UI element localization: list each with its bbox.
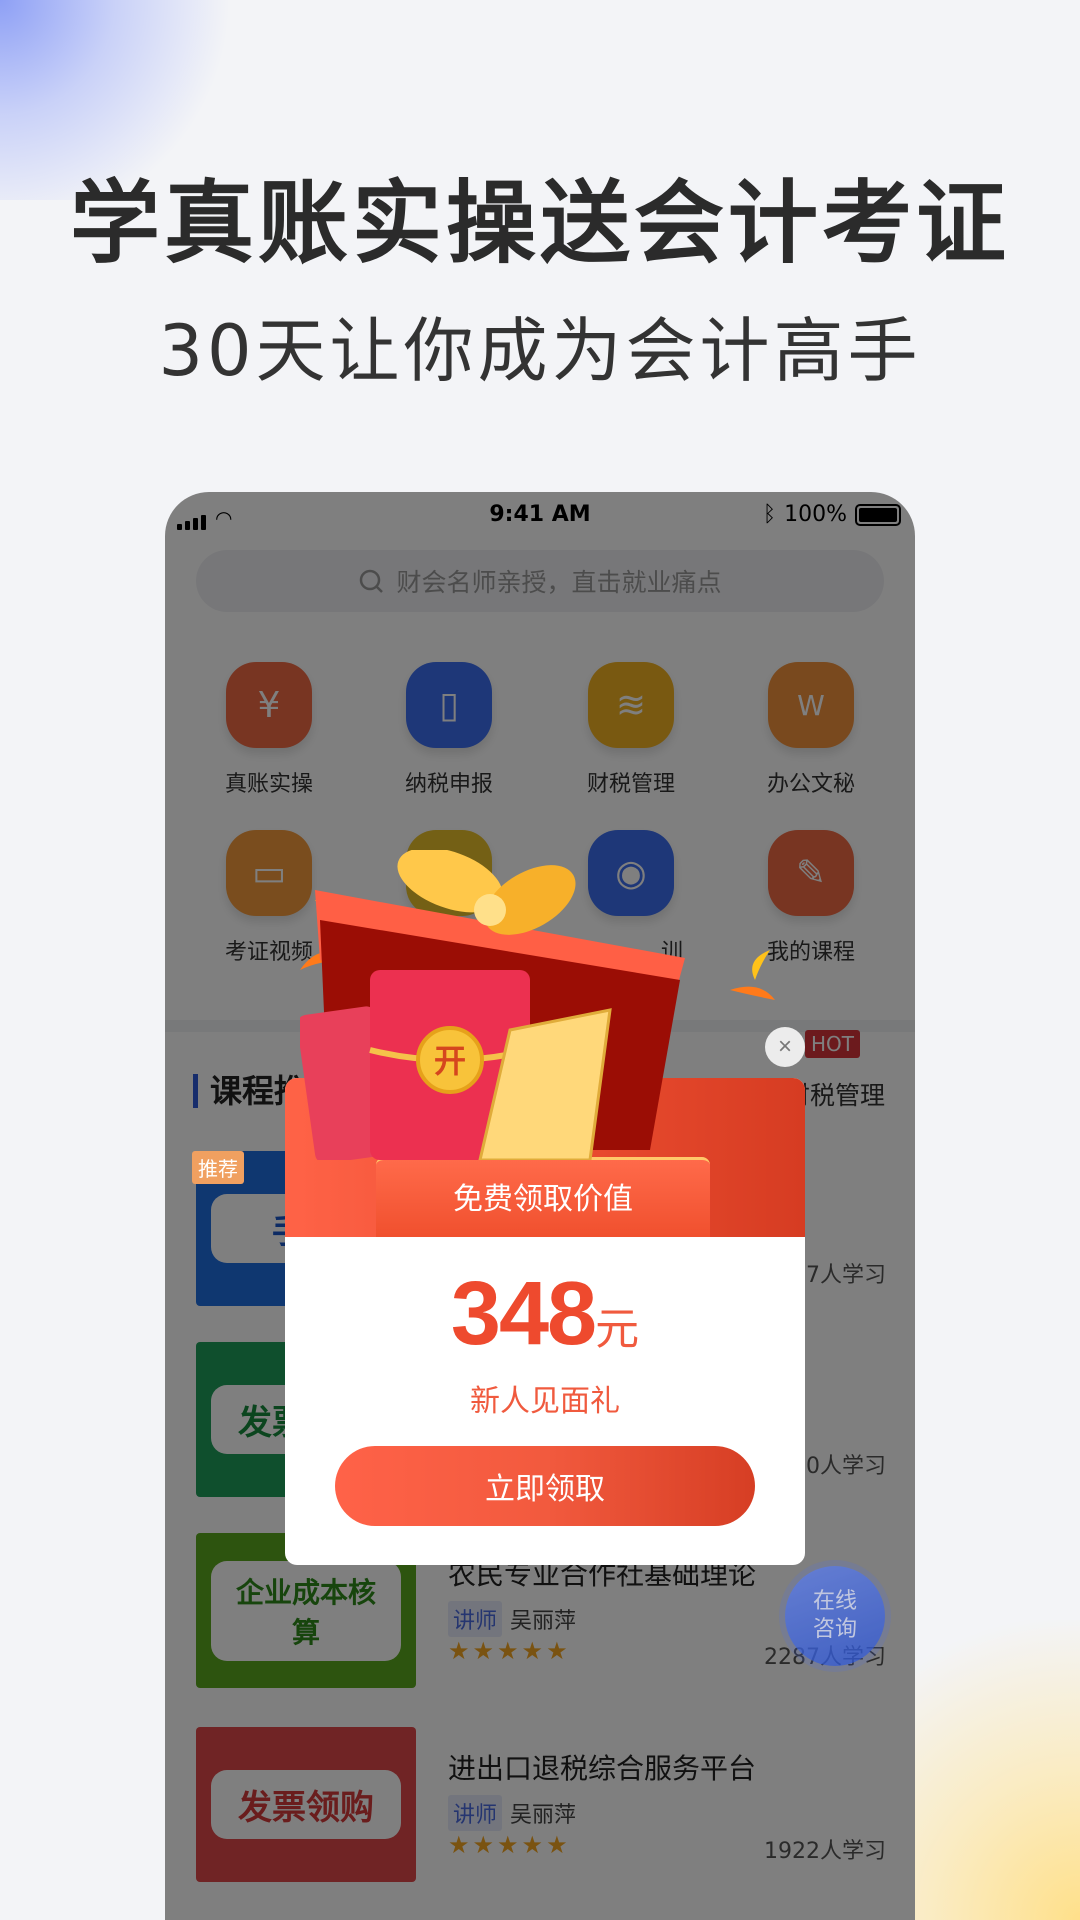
gift-amount: 348元 <box>285 1263 805 1366</box>
gift-box-icon: 开 <box>300 850 775 1160</box>
online-consult-button[interactable]: 在线 咨询 <box>785 1566 885 1666</box>
consult-label: 咨询 <box>812 1617 857 1642</box>
amount-value: 348 <box>450 1264 597 1364</box>
gift-subtitle: 新人见面礼 <box>470 1384 620 1419</box>
recommend-badge: 推荐 <box>192 1151 244 1184</box>
consult-label: 在线 <box>812 1589 857 1614</box>
promo-headline: 学真账实操送会计考证 <box>70 171 1010 276</box>
claim-button[interactable]: 立即领取 <box>335 1446 755 1526</box>
envelope-char: 开 <box>434 1042 466 1080</box>
close-icon[interactable]: × <box>765 1027 805 1067</box>
amount-unit: 元 <box>595 1304 640 1355</box>
modal-banner: 免费领取价值 <box>376 1157 710 1237</box>
promo-subline: 30天让你成为会计高手 <box>158 310 922 392</box>
